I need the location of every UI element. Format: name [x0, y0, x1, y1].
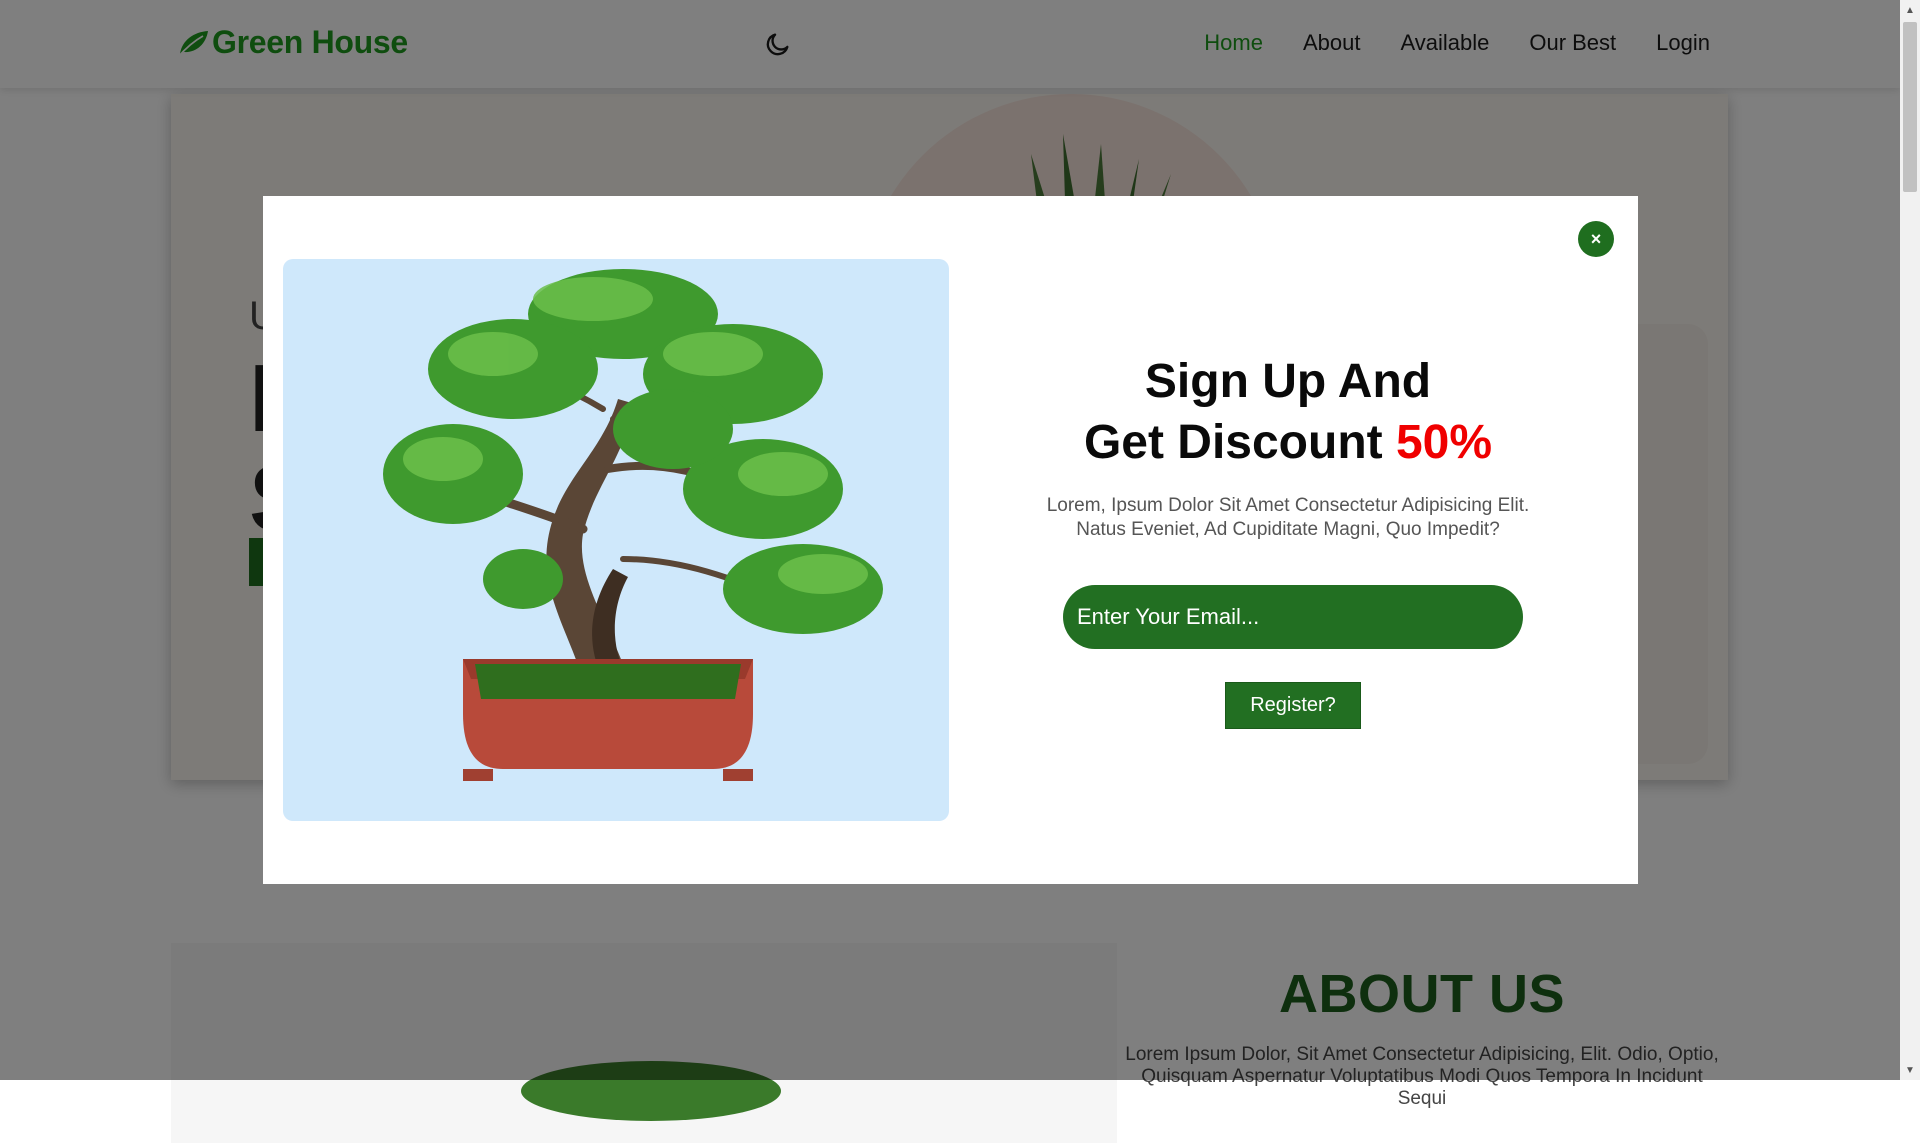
scroll-down-arrow-icon[interactable]: ▼	[1900, 1060, 1920, 1080]
modal-description: Lorem, Ipsum Dolor Sit Amet Consectetur …	[1046, 495, 1530, 540]
modal-title: Sign Up And Get Discount 50%	[1033, 351, 1543, 473]
modal-title-line2: Get Discount 50%	[1033, 412, 1543, 473]
scroll-thumb[interactable]	[1903, 22, 1917, 192]
modal-title-prefix: Get Discount	[1083, 416, 1396, 469]
scroll-up-arrow-icon[interactable]: ▲	[1900, 0, 1920, 20]
scrollbar[interactable]: ▲ ▼	[1900, 0, 1920, 1080]
bonsai-tree-image	[283, 259, 949, 821]
close-button[interactable]: ×	[1578, 221, 1614, 257]
discount-highlight: 50%	[1395, 416, 1493, 469]
register-button[interactable]: Register?	[1225, 682, 1361, 729]
modal-title-line1: Sign Up And	[1144, 355, 1432, 408]
signup-modal: × Sign Up And Get Discount 50% Lorem, Ip…	[263, 196, 1638, 884]
email-input[interactable]	[1063, 585, 1523, 649]
